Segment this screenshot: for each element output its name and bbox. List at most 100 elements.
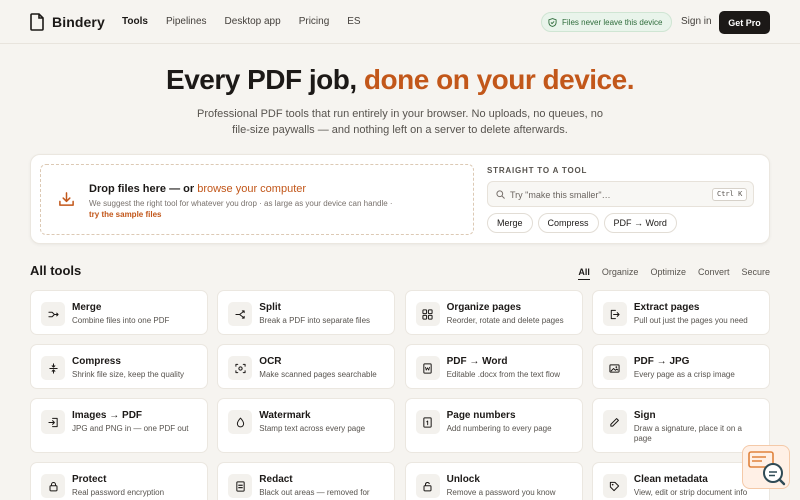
tool-card-pdf-to-word[interactable]: PDF → Word Editable .docx from the text … [404,344,583,389]
image-icon [602,356,627,380]
brand-logo[interactable]: Bindery [30,13,105,31]
nav-pricing-link[interactable]: Pricing [299,16,330,27]
filter-optimize[interactable]: Optimize [650,267,686,280]
tool-name: Unlock [446,474,480,485]
tool-description: Add numbering to every page [446,424,552,433]
tool-card-compress[interactable]: Compress Shrink file size, keep the qual… [30,344,208,389]
file-dropzone[interactable]: Drop files here — or browse your compute… [40,164,474,235]
tool-name: OCR [259,356,282,367]
import-icon [41,410,65,434]
tool-name: Organize pages [446,302,522,313]
browse-computer-link[interactable]: browse your computer [197,183,306,195]
tool-name: Images → PDF [72,410,143,421]
filter-secure[interactable]: Secure [741,267,770,280]
sample-files-link[interactable]: try the sample files [89,210,161,219]
upload-panel: Drop files here — or browse your compute… [30,154,770,244]
search-icon [496,190,505,199]
scan-icon [228,356,253,380]
tool-description: Draw a signature, place it on a page [633,424,742,443]
tool-search-input[interactable] [510,186,700,203]
get-pro-button[interactable]: Get Pro [719,11,770,34]
help-widget-button[interactable] [742,445,790,489]
tool-name: Protect [72,474,107,485]
quick-tool-area: STRAIGHT TO A TOOL Ctrl K Merge Compress… [487,166,757,233]
tool-name: Clean metadata [633,474,708,485]
tool-card-page-numbers[interactable]: Page numbers Add numbering to every page [404,398,583,453]
search-chat-icon [748,451,786,486]
tool-description: Every page as a crisp image [633,370,735,379]
tool-filter-tabs: All Organize Optimize Convert Secure [578,267,770,280]
nav-pipelines-link[interactable]: Pipelines [166,16,207,27]
tool-description: Black out areas — removed for [259,488,370,497]
chip-compress[interactable]: Compress [537,213,599,233]
privacy-badge-label: Files never leave this device [562,17,663,27]
tools-grid: Merge Combine files into one PDF Split B… [30,290,770,500]
tool-description: JPG and PNG in — one PDF out [72,424,189,433]
download-tray-icon [59,192,74,206]
grid-icon [415,302,440,326]
filter-all[interactable]: All [578,267,590,280]
tool-card-split[interactable]: Split Break a PDF into separate files [217,290,396,335]
tool-description: Stamp text across every page [259,424,366,433]
chip-pdf-to-word[interactable]: PDF → Word [603,213,677,233]
tool-card-ocr[interactable]: OCR Make scanned pages searchable [217,344,396,389]
tool-description: Make scanned pages searchable [259,370,377,379]
tool-name: Redact [259,474,293,485]
tool-description: View, edit or strip document info [633,488,748,497]
tool-name: Merge [72,302,102,313]
unlock-icon [415,474,440,498]
tool-description: Break a PDF into separate files [259,316,371,325]
tool-name: Sign [633,410,656,421]
dropzone-title: Drop files here — or browse your compute… [89,183,306,195]
tool-name: Page numbers [446,410,516,421]
tool-card-images-to-pdf[interactable]: Images → PDF JPG and PNG in — one PDF ou… [30,398,208,453]
tool-card-extract-pages[interactable]: Extract pages Pull out just the pages yo… [591,290,770,335]
tool-card-merge[interactable]: Merge Combine files into one PDF [30,290,208,335]
tool-card-pdf-to-jpg[interactable]: PDF → JPG Every page as a crisp image [591,344,770,389]
tool-name: Extract pages [633,302,700,313]
word-icon [415,356,440,380]
tool-description: Real password encryption [72,488,165,497]
tool-name: Watermark [259,410,311,421]
filter-organize[interactable]: Organize [602,267,639,280]
dropzone-description: We suggest the right tool for whatever y… [89,199,393,208]
tool-name: PDF → Word [446,356,508,367]
tool-description: Shrink file size, keep the quality [72,370,185,379]
privacy-badge: Files never leave this device [541,12,672,32]
nav-language-link[interactable]: ES [347,16,360,27]
tool-name: PDF → JPG [633,356,690,367]
hero-title-start: Every PDF job, [166,64,364,95]
tool-search-box[interactable]: Ctrl K [487,181,754,207]
nav-links: Tools Pipelines Desktop app Pricing ES [122,16,379,27]
tool-description: Pull out just the pages you need [633,316,748,325]
sign-in-link[interactable]: Sign in [681,16,712,27]
quick-tool-chips: Merge Compress PDF → Word [487,213,677,233]
document-logo-icon [30,13,44,31]
tool-card-protect[interactable]: Protect Real password encryption [30,462,208,500]
tool-card-organize-pages[interactable]: Organize pages Reorder, rotate and delet… [404,290,583,335]
dropzone-title-text: Drop files here — or [89,183,198,195]
quick-tool-label: STRAIGHT TO A TOOL [487,166,588,175]
tool-name: Split [259,302,281,313]
redact-icon [228,474,253,498]
pen-icon [602,410,627,434]
tool-description: Combine files into one PDF [72,316,170,325]
compress-icon [41,356,65,380]
page-number-icon [415,410,440,434]
keyboard-shortcut-badge: Ctrl K [712,188,748,201]
tool-description: Editable .docx from the text flow [446,370,560,379]
filter-convert[interactable]: Convert [698,267,730,280]
all-tools-heading: All tools [30,263,82,278]
tool-description: Reorder, rotate and delete pages [446,316,564,325]
merge-icon [41,302,65,326]
tool-card-unlock[interactable]: Unlock Remove a password you know [404,462,583,500]
nav-desktop-app-link[interactable]: Desktop app [225,16,281,27]
nav-tools-link[interactable]: Tools [122,16,148,27]
chip-merge[interactable]: Merge [487,213,533,233]
tool-card-watermark[interactable]: Watermark Stamp text across every page [217,398,396,453]
tool-description: Remove a password you know [446,488,556,497]
tool-card-redact[interactable]: Redact Black out areas — removed for [217,462,396,500]
lock-icon [41,474,65,498]
tool-card-sign[interactable]: Sign Draw a signature, place it on a pag… [591,398,770,453]
hero-title-accent: done on your device. [363,64,635,95]
